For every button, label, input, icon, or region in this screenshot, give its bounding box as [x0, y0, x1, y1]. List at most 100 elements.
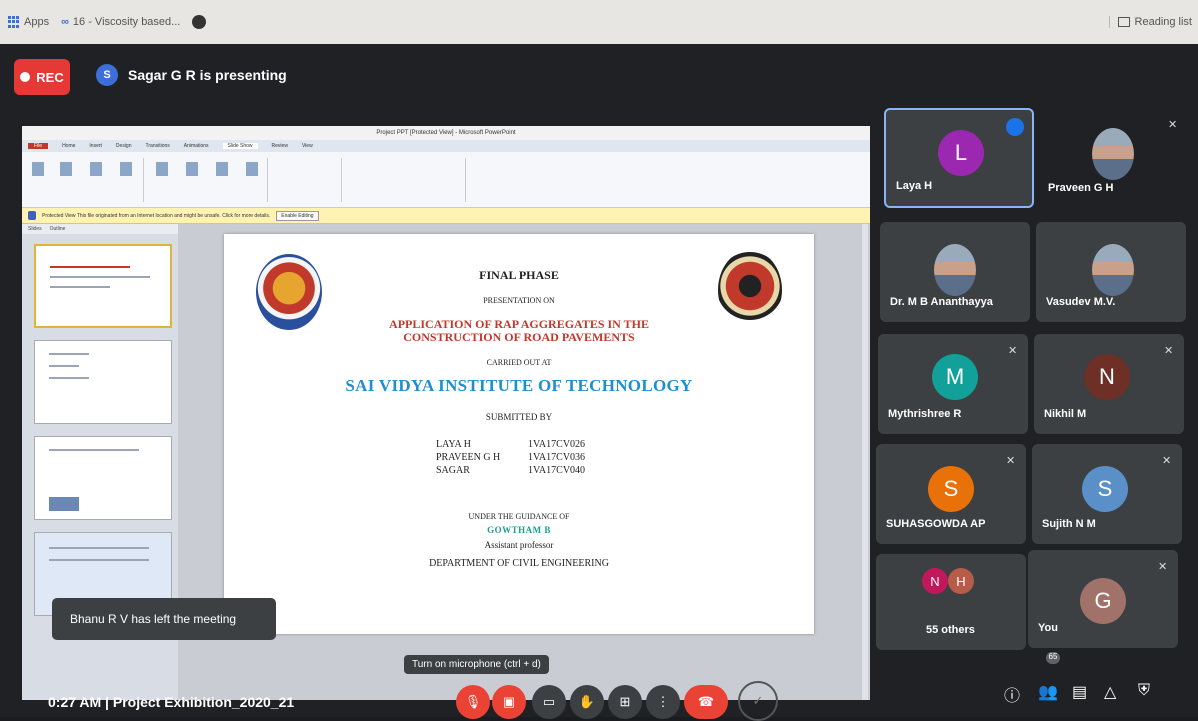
chat-icon[interactable]: ▤	[1072, 682, 1087, 702]
bookmarks-bar: Apps ∞ 16 - Viscosity based... Reading l…	[0, 0, 1198, 44]
mic-off-icon: ✕	[1006, 455, 1016, 467]
microphone-toggle-button[interactable]: 🎙	[456, 685, 490, 719]
record-show-icon[interactable]	[246, 162, 258, 176]
activities-icon[interactable]: △	[1104, 682, 1116, 702]
thumb-line	[49, 353, 89, 355]
slide-thumbnail[interactable]	[34, 244, 172, 328]
recording-indicator: REC	[14, 59, 70, 95]
shield-icon	[28, 211, 36, 220]
speaking-indicator-icon	[1006, 118, 1024, 136]
people-icon[interactable]: 👥	[1038, 682, 1058, 702]
participant-avatar: S	[928, 466, 974, 512]
ppt-tab-transitions[interactable]: Transitions	[146, 143, 170, 149]
apps-grid-icon	[8, 16, 20, 28]
phone-hangup-icon: ☎	[697, 694, 715, 709]
thumb-line	[49, 449, 139, 451]
setup-icon[interactable]	[156, 162, 168, 176]
apps-bookmark[interactable]: Apps	[8, 16, 49, 28]
slide-scrollbar[interactable]	[862, 224, 868, 700]
reading-list-button[interactable]: Reading list	[1108, 16, 1192, 28]
member-row: LAYA H 1VA17CV026	[436, 438, 585, 451]
ppt-tab-view[interactable]: View	[302, 143, 313, 149]
participant-tile-sujith[interactable]: S ✕ Sujith N M	[1032, 444, 1182, 544]
camera-toggle-button[interactable]: ▣	[492, 685, 526, 719]
custom-show-icon[interactable]	[120, 162, 132, 176]
tab-outline[interactable]: Outline	[50, 226, 66, 232]
hide-slide-icon[interactable]	[186, 162, 198, 176]
participant-tile-ananthayya[interactable]: Dr. M B Ananthayya	[880, 222, 1030, 322]
participant-name: Dr. M B Ananthayya	[890, 296, 993, 308]
guide-designation: Assistant professor	[484, 540, 554, 550]
broadcast-icon[interactable]	[90, 162, 102, 176]
leave-call-button[interactable]: ☎	[684, 685, 728, 719]
thumb-image	[49, 497, 79, 511]
member-name: PRAVEEN G H	[436, 452, 501, 463]
participant-tile-others[interactable]: N H 55 others	[876, 554, 1026, 650]
meeting-details-info-icon[interactable]: ⓘ	[1004, 682, 1020, 706]
host-controls-shield-icon[interactable]: ⛨	[1138, 682, 1150, 700]
present-button[interactable]: ⊞	[608, 685, 642, 719]
rehearse-icon[interactable]	[216, 162, 228, 176]
participant-photo	[1092, 244, 1134, 296]
participant-tile-vasudev[interactable]: Vasudev M.V.	[1036, 222, 1186, 322]
ppt-tab-slideshow[interactable]: Slide Show	[222, 143, 258, 149]
member-usn: 1VA17CV026	[528, 439, 586, 450]
from-current-icon[interactable]	[60, 162, 72, 176]
participant-tile-mythrishree[interactable]: M ✕ Mythrishree R	[878, 334, 1028, 434]
participant-tile-you[interactable]: G ✕ You	[1028, 550, 1178, 648]
ppt-window-title: Project PPT [Protected View] - Microsoft…	[22, 126, 870, 140]
presenter-text: Sagar G R is presenting	[128, 67, 287, 83]
meet-window: REC S Sagar G R is presenting Project PP…	[0, 44, 1198, 721]
ppt-tab-review[interactable]: Review	[272, 143, 288, 149]
slide-thumbnail[interactable]	[34, 340, 172, 424]
screen-frame: Apps ∞ 16 - Viscosity based... Reading l…	[0, 0, 1198, 721]
participant-name: Vasudev M.V.	[1046, 296, 1116, 308]
member-usn: 1VA17CV036	[528, 452, 586, 463]
slide-editor: FINAL PHASE PRESENTATION ON APPLICATION …	[178, 224, 870, 700]
guide-name: GOWTHAM B	[487, 525, 551, 535]
participant-name: Laya H	[896, 180, 933, 192]
ppt-tab-insert[interactable]: Insert	[89, 143, 102, 149]
slide-thumbnail[interactable]	[34, 436, 172, 520]
slide-title: FINAL PHASE	[479, 268, 559, 282]
ppt-tab-design[interactable]: Design	[116, 143, 132, 149]
project-title-line2: CONSTRUCTION OF ROAD PAVEMENTS	[403, 330, 635, 344]
bookmark-label: 16 - Viscosity based...	[72, 16, 181, 28]
ribbon-group-options	[272, 158, 342, 202]
participant-avatar: N	[1084, 354, 1130, 400]
participant-tile-laya[interactable]: L Laya H	[884, 108, 1034, 208]
current-slide[interactable]: FINAL PHASE PRESENTATION ON APPLICATION …	[224, 234, 814, 634]
participant-name: Mythrishree R	[888, 408, 962, 420]
department-name: DEPARTMENT OF CIVIL ENGINEERING	[429, 558, 609, 569]
check-icon: ✓	[752, 693, 764, 708]
tab-slides[interactable]: Slides	[28, 226, 42, 232]
participant-tile-nikhil[interactable]: N ✕ Nikhil M	[1034, 334, 1184, 434]
from-beginning-icon[interactable]	[32, 162, 44, 176]
presenter-avatar: S	[96, 64, 118, 86]
thumb-line	[49, 365, 79, 367]
raise-hand-button[interactable]: ✋	[570, 685, 604, 719]
member-name: SAGAR	[436, 465, 470, 476]
more-vert-icon: ⋮	[656, 694, 670, 709]
bookmark-globe[interactable]	[192, 15, 207, 29]
camera-off-icon: ▣	[502, 694, 516, 709]
captions-button[interactable]: ▭	[532, 685, 566, 719]
presentation-on-text: PRESENTATION ON	[483, 296, 555, 305]
enable-editing-button[interactable]: Enable Editing	[276, 210, 319, 221]
ppt-tab-file[interactable]: File	[28, 143, 49, 149]
participant-tile-suhasgowda[interactable]: S ✕ SUHASGOWDA AP	[876, 444, 1026, 544]
ppt-tab-home[interactable]: Home	[62, 143, 75, 149]
infinity-icon: ∞	[61, 16, 69, 28]
more-options-button[interactable]: ⋮	[646, 685, 680, 719]
mic-off-icon: 🎙	[464, 694, 482, 709]
ppt-tab-animations[interactable]: Animations	[184, 143, 209, 149]
member-usn: 1VA17CV040	[528, 465, 586, 476]
globe-icon	[192, 15, 207, 29]
ribbon-group-setup	[148, 158, 268, 202]
microphone-tooltip: Turn on microphone (ctrl + d)	[404, 655, 549, 674]
left-meeting-toast: Bhanu R V has left the meeting	[52, 598, 276, 640]
activity-button[interactable]: ✓	[738, 681, 778, 721]
bookmark-viscosity[interactable]: ∞ 16 - Viscosity based...	[61, 16, 180, 28]
participant-tile-praveen[interactable]: ✕ Praveen G H	[1038, 108, 1188, 208]
thumb-line	[50, 276, 150, 278]
